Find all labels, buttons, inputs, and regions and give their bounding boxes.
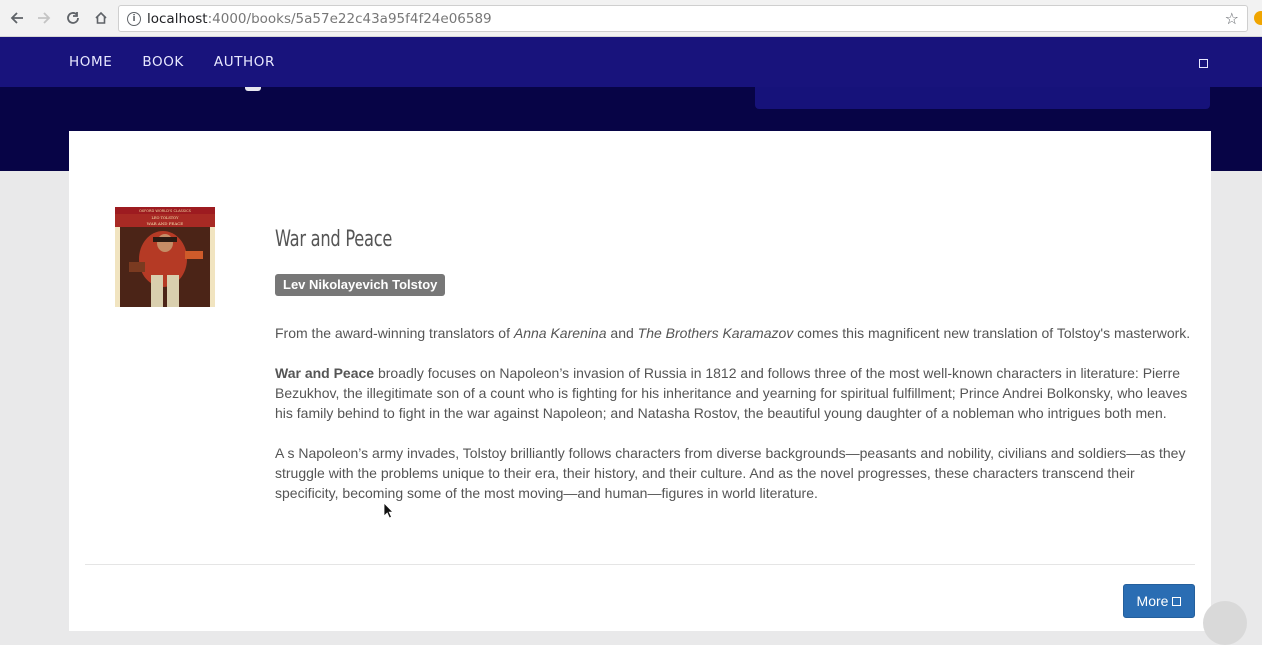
forward-arrow-icon[interactable] xyxy=(33,7,55,29)
menu-toggle-icon[interactable] xyxy=(1199,59,1208,68)
description-paragraph: From the award-winning translators of An… xyxy=(275,323,1191,343)
bookmark-star-icon[interactable]: ☆ xyxy=(1225,9,1239,28)
nav-book-link[interactable]: BOOK xyxy=(142,54,184,70)
hero-panel xyxy=(755,87,1210,109)
site-navbar: HOME BOOK AUTHOR xyxy=(0,37,1262,87)
scroll-top-button[interactable] xyxy=(1203,601,1247,645)
browser-toolbar: i localhost:4000/books/5a57e22c43a95f4f2… xyxy=(0,0,1262,37)
more-button-label: More xyxy=(1136,593,1169,609)
address-bar[interactable]: i localhost:4000/books/5a57e22c43a95f4f2… xyxy=(118,5,1248,32)
external-icon[interactable] xyxy=(1254,11,1262,25)
hero-heading-fragment xyxy=(245,87,261,91)
more-button[interactable]: More xyxy=(1123,584,1195,618)
description-italic-title: The Brothers Karamazov xyxy=(637,325,794,341)
url-host: localhost xyxy=(147,10,208,27)
description-italic-title: Anna Karenina xyxy=(513,325,607,341)
description-bold-title: War and Peace xyxy=(275,365,375,381)
info-icon[interactable]: i xyxy=(127,11,141,26)
mouse-cursor-icon xyxy=(383,502,394,524)
reload-icon[interactable] xyxy=(62,7,84,29)
description-text: and xyxy=(606,325,638,341)
card-divider xyxy=(85,564,1195,565)
back-arrow-icon[interactable] xyxy=(6,7,28,29)
book-description: From the award-winning translators of An… xyxy=(275,323,1191,523)
url-path: :4000/books/5a57e22c43a95f4f24e06589 xyxy=(207,10,492,27)
description-text: broadly focuses on Napoleon’s invasion o… xyxy=(275,365,1188,421)
description-text: From the award-winning translators of xyxy=(275,325,514,341)
description-paragraph: A s Napoleon’s army invades, Tolstoy bri… xyxy=(275,445,1186,501)
cover-series-text: OXFORD WORLD'S CLASSICS xyxy=(139,209,192,213)
book-title: War and Peace xyxy=(275,227,393,252)
nav-home-link[interactable]: HOME xyxy=(69,54,112,70)
cover-title-text: WAR AND PEACE xyxy=(147,221,184,226)
home-icon[interactable] xyxy=(90,7,112,29)
book-cover-image: OXFORD WORLD'S CLASSICS LEO TOLSTOY WAR … xyxy=(115,207,215,307)
book-card: OXFORD WORLD'S CLASSICS LEO TOLSTOY WAR … xyxy=(69,131,1211,631)
nav-author-link[interactable]: AUTHOR xyxy=(214,54,275,70)
description-paragraph: War and Peace broadly focuses on Napoleo… xyxy=(275,363,1191,423)
cover-author-text: LEO TOLSTOY xyxy=(151,216,179,220)
description-text: comes this magnificent new translation o… xyxy=(793,325,1191,341)
author-badge[interactable]: Lev Nikolayevich Tolstoy xyxy=(275,274,446,296)
expand-icon xyxy=(1172,596,1182,606)
